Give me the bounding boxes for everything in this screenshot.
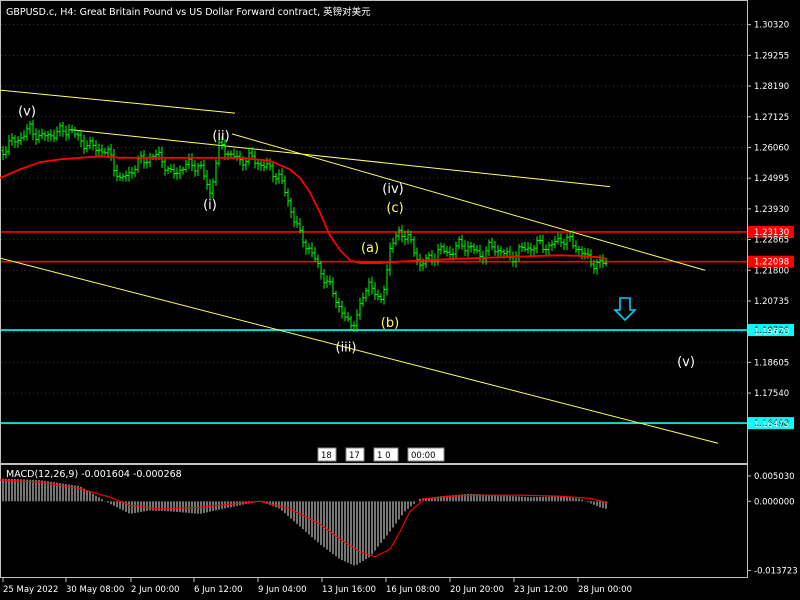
macd-tick-label: 0.005030 [754, 472, 795, 482]
price-tick-label: 1.18605 [754, 358, 789, 368]
trendline [0, 257, 719, 444]
price-tick-label: 1.17540 [754, 389, 789, 399]
price-chart[interactable]: 1.231301.220981.197261.16498 (v)(ii)(i)(… [0, 0, 800, 600]
price-bars [1, 119, 608, 332]
macd-tick-label: 0.000000 [754, 497, 795, 507]
time-tick-label: 28 Jun 00:00 [578, 585, 632, 595]
price-tick-label: 1.27125 [754, 113, 789, 123]
trendlines[interactable] [0, 89, 719, 444]
time-axis: 25 May 2022 30 May 08:00 2 Jun 00:00 6 Jun … [2, 578, 632, 595]
separator-label: 1 0 [377, 451, 391, 461]
time-tick-label: 6 Jun 12:00 [194, 585, 243, 595]
price-tick-label: 1.21800 [754, 266, 789, 276]
wave-label: (a) [361, 241, 379, 256]
price-axis: 1.30320 1.29255 1.28190 1.27125 1.26060 1.249… [747, 21, 789, 430]
price-tick-label: 1.30320 [754, 21, 789, 31]
grid [1, 24, 747, 425]
separator-label: 18 [321, 451, 332, 461]
period-separator: 18 17 1 0 00:00 [317, 447, 445, 462]
macd-axis: 0.005030 0.000000 -0.013723 [747, 472, 798, 577]
price-tick-label: 1.16475 [754, 420, 789, 430]
macd-title: MACD(12,26,9) -0.001604 -0.000268 [6, 469, 182, 480]
price-tick-label: 1.22865 [754, 236, 789, 246]
price-tick-label: 1.28190 [754, 82, 789, 92]
time-tick-label: 13 Jun 16:00 [322, 585, 376, 595]
price-tick-label: 1.19670 [754, 328, 789, 338]
wave-label: (ii) [212, 129, 229, 144]
price-tick-label: 1.24995 [754, 174, 789, 184]
wave-label: (v) [677, 355, 695, 370]
wave-label: (i) [203, 198, 217, 213]
time-tick-label: 25 May 2022 [3, 585, 58, 595]
price-tick-label: 1.23930 [754, 205, 789, 215]
time-tick-label: 30 May 08:00 [66, 585, 124, 595]
chart-frame [0, 0, 748, 578]
price-tick-label: 1.29255 [754, 51, 789, 61]
macd-signal-line [0, 479, 609, 558]
price-tick-label: 1.20735 [754, 297, 789, 307]
wave-label: (iii) [336, 341, 357, 356]
time-tick-label: 2 Jun 00:00 [131, 585, 180, 595]
time-tick-label: 9 Jun 04:00 [258, 585, 307, 595]
macd-indicator [0, 478, 609, 566]
price-tick-label: 1.26060 [754, 143, 789, 153]
wave-label: (c) [386, 201, 403, 216]
separator-label: 00:00 [411, 451, 436, 461]
wave-label: (iv) [382, 182, 403, 197]
wave-label: (b) [381, 316, 399, 331]
chart-title: GBPUSD.c, H4: Great Britain Pound vs US … [6, 7, 371, 18]
macd-tick-label: -0.013723 [754, 567, 798, 577]
separator-label: 17 [349, 451, 360, 461]
time-tick-label: 23 Jun 12:00 [514, 585, 568, 595]
wave-label: (v) [18, 104, 36, 119]
time-tick-label: 16 Jun 08:00 [386, 585, 440, 595]
time-tick-label: 20 Jun 20:00 [450, 585, 504, 595]
